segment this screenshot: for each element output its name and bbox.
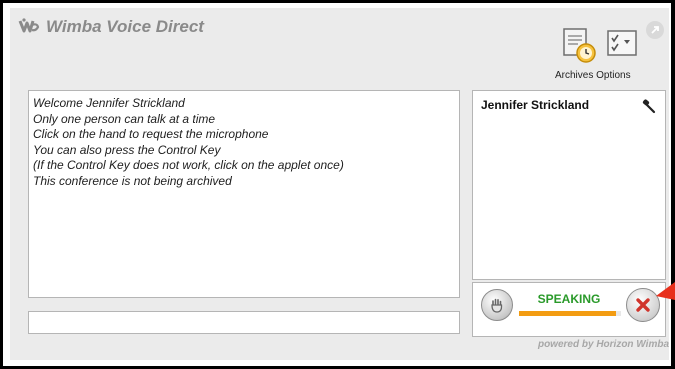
external-window-icon[interactable] [646, 21, 664, 39]
participant-name: Jennifer Strickland [481, 98, 590, 112]
audio-level-bar [519, 311, 621, 316]
chat-message: This conference is not being archived [33, 173, 232, 188]
annotation-arrow-icon [656, 282, 675, 300]
app-title: Wimba Voice Direct [18, 13, 204, 41]
options-checklist-icon[interactable] [602, 28, 640, 60]
chat-message: (If the Control Key does not work, click… [33, 158, 344, 172]
speaking-status: SPEAKING [537, 292, 601, 306]
participant-row[interactable]: Jennifer Strickland [473, 91, 665, 117]
app-title-text: Wimba Voice Direct [46, 17, 204, 36]
wimba-logo-icon [18, 18, 40, 33]
chat-message: You can also press the Control Key [33, 142, 221, 157]
archives-calendar-clock-icon[interactable] [559, 26, 599, 64]
stop-speaking-button[interactable] [626, 288, 660, 322]
chat-message-area[interactable]: Welcome Jennifer Strickland Only one per… [28, 90, 460, 298]
chat-message: Click on the hand to request the microph… [33, 127, 269, 141]
talk-panel: SPEAKING [472, 282, 666, 337]
chat-input[interactable] [28, 311, 460, 334]
chat-message: Only one person can talk at a time [33, 111, 216, 126]
raise-hand-icon [491, 298, 503, 313]
microphone-icon [642, 99, 656, 114]
window-edge [671, 0, 675, 369]
archives-options-label: Archives Options [555, 70, 631, 81]
powered-by-text: powered by Horizon Wimba [537, 339, 669, 350]
chat-message: Welcome Jennifer Strickland [33, 96, 185, 110]
participant-list: Jennifer Strickland [472, 90, 666, 280]
audio-level-fill [519, 311, 616, 316]
raise-hand-button[interactable] [481, 289, 513, 321]
stop-x-icon [636, 298, 650, 312]
